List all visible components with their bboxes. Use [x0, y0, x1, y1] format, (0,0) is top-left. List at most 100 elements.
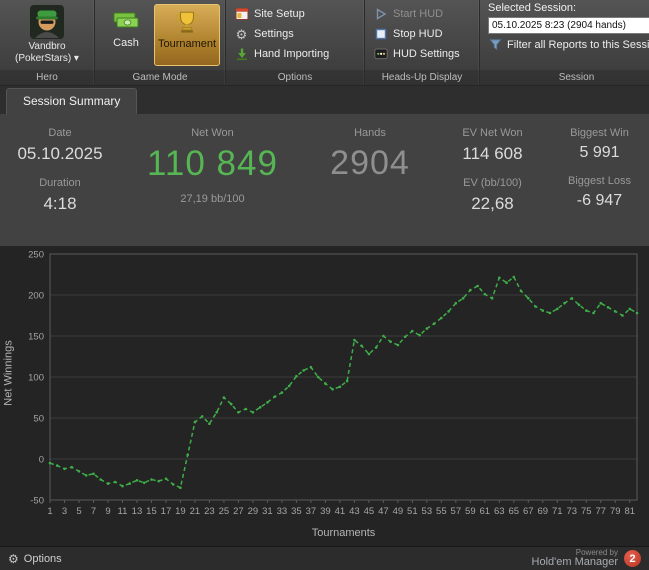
svg-text:9: 9: [105, 506, 110, 517]
svg-text:23: 23: [204, 506, 215, 517]
svg-text:35: 35: [291, 506, 302, 517]
stat-duration: Duration 4:18: [39, 177, 81, 214]
stat-ev-net-won-label: EV Net Won: [462, 127, 523, 139]
svg-text:45: 45: [364, 506, 375, 517]
stat-hands-label: Hands: [354, 127, 386, 139]
svg-text:17: 17: [161, 506, 172, 517]
hero-name: Vandbro (PokerStars) ▾: [15, 41, 79, 64]
settings-button[interactable]: ⚙ Settings: [230, 25, 360, 43]
filter-session-label: Filter all Reports to this Session: [507, 38, 649, 51]
stat-biggest-loss: Biggest Loss -6 947: [568, 175, 631, 210]
svg-text:27: 27: [233, 506, 244, 517]
svg-text:15: 15: [146, 506, 157, 517]
svg-text:71: 71: [552, 506, 563, 517]
powered-by-block: Powered by Hold'em Manager 2: [531, 548, 641, 569]
stat-ev-bb-label: EV (bb/100): [463, 177, 522, 189]
svg-text:5: 5: [76, 506, 81, 517]
stat-date-value: 05.10.2025: [17, 144, 103, 163]
svg-text:47: 47: [378, 506, 389, 517]
svg-text:43: 43: [349, 506, 360, 517]
start-hud-button[interactable]: Start HUD: [369, 5, 475, 23]
stop-hud-label: Stop HUD: [393, 28, 443, 40]
chart-canvas: -500501001502002501 3 5 7 9 11 13 15 17 19 21 23 25 2…: [28, 250, 639, 517]
stat-net-won-value: 110 849: [147, 144, 278, 183]
stat-duration-value: 4:18: [43, 194, 77, 213]
ribbon: Vandbro (PokerStars) ▾ Hero Cash Tournam…: [0, 0, 649, 86]
stat-ev-bb-value: 22,68: [471, 194, 514, 213]
tournament-button[interactable]: Tournament: [154, 4, 220, 66]
stat-ev-bb: EV (bb/100) 22,68: [463, 177, 522, 214]
svg-text:19: 19: [175, 506, 186, 517]
session-stats-panel: Date 05.10.2025 Duration 4:18 Net Won 11…: [0, 114, 649, 246]
stat-ev-net-won-value: 114 608: [462, 144, 523, 163]
site-setup-button[interactable]: Site Setup: [230, 5, 360, 23]
hud-settings-button[interactable]: HUD Settings: [369, 45, 475, 63]
svg-text:55: 55: [436, 506, 447, 517]
hud-settings-label: HUD Settings: [393, 48, 460, 60]
svg-text:21: 21: [190, 506, 201, 517]
filter-session-button[interactable]: Filter all Reports to this Session: [488, 37, 649, 52]
session-select[interactable]: 05.10.2025 8:23 (2904 hands) ▼: [488, 17, 649, 34]
stat-biggest-win-value: 5 991: [579, 144, 620, 161]
site-setup-label: Site Setup: [254, 8, 305, 20]
svg-text:51: 51: [407, 506, 418, 517]
brand-text: Hold'em Manager: [531, 555, 618, 568]
hero-player-button[interactable]: Vandbro (PokerStars) ▾: [4, 3, 90, 65]
svg-text:0: 0: [39, 455, 44, 466]
ribbon-group-game-mode: Cash Tournament Game Mode: [95, 0, 226, 85]
svg-text:100: 100: [28, 373, 44, 384]
svg-text:29: 29: [248, 506, 259, 517]
ribbon-group-hud: Start HUD Stop HUD HUD Settings Heads-Up…: [365, 0, 480, 85]
group-label-hud: Heads-Up Display: [365, 70, 479, 85]
svg-text:200: 200: [28, 291, 44, 302]
svg-text:7: 7: [91, 506, 96, 517]
svg-text:50: 50: [33, 414, 44, 425]
play-icon: [373, 7, 388, 22]
session-select-value: 05.10.2025 8:23 (2904 hands): [492, 20, 626, 31]
svg-text:67: 67: [523, 506, 534, 517]
svg-text:61: 61: [480, 506, 491, 517]
options-statusbar-label: Options: [23, 552, 62, 565]
stat-net-won-sub: 27,19 bb/100: [180, 193, 245, 205]
stop-icon: [373, 27, 388, 42]
cash-button-label: Cash: [113, 37, 139, 49]
tab-session-summary[interactable]: Session Summary: [6, 88, 138, 114]
options-statusbar-button[interactable]: ⚙ Options: [8, 553, 62, 565]
ribbon-group-session: Selected Session: 05.10.2025 8:23 (2904 …: [480, 0, 649, 85]
group-label-hero: Hero: [0, 70, 94, 85]
stat-hands: Hands 2904: [330, 127, 410, 183]
stat-date: Date 05.10.2025: [17, 127, 102, 164]
stat-net-won-label: Net Won: [191, 127, 234, 139]
svg-text:250: 250: [28, 250, 44, 261]
cash-icon: [112, 8, 140, 34]
svg-text:37: 37: [306, 506, 317, 517]
stat-ev-net-won: EV Net Won 114 608: [462, 127, 522, 164]
ribbon-group-options: Site Setup ⚙ Settings Hand Importing Opt…: [226, 0, 365, 85]
svg-text:59: 59: [465, 506, 476, 517]
svg-text:1: 1: [47, 506, 52, 517]
stat-date-label: Date: [48, 127, 72, 139]
stat-biggest-win-label: Biggest Win: [570, 127, 629, 139]
svg-text:31: 31: [262, 506, 273, 517]
holdem-manager-window: Vandbro (PokerStars) ▾ Hero Cash Tournam…: [0, 0, 649, 570]
group-label-session: Session: [480, 70, 649, 85]
filter-funnel-icon: [488, 37, 503, 52]
trophy-icon: [174, 9, 200, 35]
stop-hud-button[interactable]: Stop HUD: [369, 25, 475, 43]
tournament-button-label: Tournament: [157, 38, 217, 50]
start-hud-label: Start HUD: [393, 8, 444, 20]
stat-hands-value: 2904: [330, 144, 410, 182]
hand-importing-button[interactable]: Hand Importing: [230, 45, 360, 63]
net-winnings-chart: -50 0 50 100 150 200 250 1 3 5 7 9 11 13 15 17 19 21 23 25 2…: [0, 246, 649, 546]
svg-text:69: 69: [538, 506, 549, 517]
ribbon-group-hero: Vandbro (PokerStars) ▾ Hero: [0, 0, 95, 85]
svg-text:81: 81: [624, 506, 635, 517]
svg-text:65: 65: [509, 506, 520, 517]
svg-text:77: 77: [595, 506, 606, 517]
site-setup-icon: [234, 7, 249, 22]
svg-text:39: 39: [320, 506, 331, 517]
svg-text:11: 11: [118, 506, 128, 517]
cash-button[interactable]: Cash: [100, 4, 152, 66]
gear-icon: ⚙: [8, 551, 19, 566]
group-label-game-mode: Game Mode: [95, 70, 225, 85]
